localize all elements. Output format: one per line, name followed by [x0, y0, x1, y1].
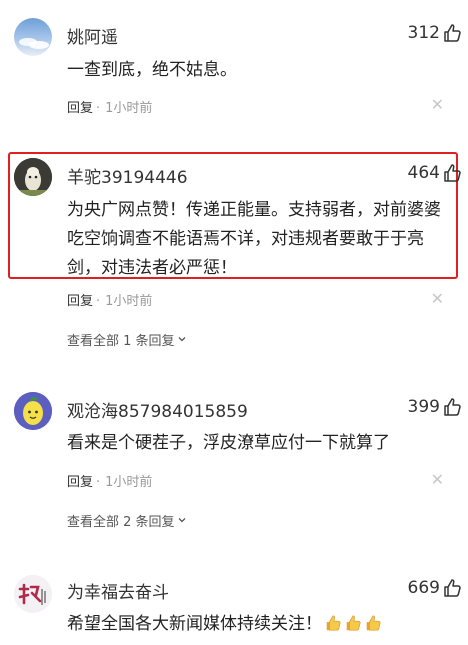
thumbs-up-icon[interactable] [442, 163, 462, 183]
comment-meta: 回复 · 1小时前 [67, 471, 152, 490]
reply-button[interactable]: 回复 [67, 101, 93, 116]
thumbs-up-emoji-icon [326, 615, 341, 631]
separator-dot: · [96, 294, 101, 309]
thumbs-up-icon[interactable] [442, 578, 462, 598]
alpaca-avatar-icon [14, 158, 52, 196]
comment-text-row: 希望全国各大新闻媒体持续关注！ [67, 610, 452, 639]
thumbs-up-emoji-icon [346, 615, 361, 631]
comment-text: 为央广网点赞！传递正能量。支持弱者，对前婆婆吃空饷调查不能语焉不详，对违规者要敢… [67, 200, 441, 278]
like-count: 312 [407, 23, 440, 43]
chevron-down-icon [178, 337, 186, 342]
avatar[interactable] [14, 575, 52, 613]
like-count: 399 [407, 397, 440, 417]
comment-text: 看来是个硬茬子，浮皮潦草应付一下就算了 [67, 433, 390, 453]
comment-meta: 回复 · 1小时前 [67, 290, 152, 309]
separator-dot: · [96, 101, 101, 116]
view-replies-link[interactable]: 查看全部 2 条回复 [67, 511, 186, 530]
separator-dot: · [96, 475, 101, 490]
like-count: 464 [407, 163, 440, 183]
thumbs-up-icon[interactable] [442, 397, 462, 417]
username[interactable]: 姚阿遥 [67, 23, 118, 48]
close-icon[interactable]: ✕ [431, 472, 444, 488]
view-replies-label: 查看全部 2 条回复 [67, 515, 175, 530]
like-count: 669 [407, 578, 440, 598]
close-icon[interactable]: ✕ [431, 97, 444, 113]
username[interactable]: 羊驼39194446 [67, 163, 188, 188]
avatar[interactable] [14, 158, 52, 196]
calligraphy-avatar-icon [14, 575, 52, 613]
view-replies-label: 查看全部 1 条回复 [67, 334, 175, 349]
sky-avatar-icon [19, 38, 49, 49]
username[interactable]: 为幸福去奋斗 [67, 578, 169, 603]
timestamp: 1小时前 [105, 101, 153, 116]
avatar[interactable] [14, 392, 52, 430]
avatar[interactable] [14, 18, 52, 56]
username[interactable]: 观沧海857984015859 [67, 397, 248, 422]
view-replies-link[interactable]: 查看全部 1 条回复 [67, 330, 186, 349]
comment-meta: 回复 · 1小时前 [67, 97, 152, 116]
comment-text: 一查到底，绝不姑息。 [67, 60, 237, 80]
thumbs-up-emoji-icon [366, 615, 381, 631]
timestamp: 1小时前 [105, 294, 153, 309]
reply-button[interactable]: 回复 [67, 475, 93, 490]
timestamp: 1小时前 [105, 475, 153, 490]
close-icon[interactable]: ✕ [431, 291, 444, 307]
comment-text: 希望全国各大新闻媒体持续关注！ [67, 614, 322, 634]
thumbs-up-icon[interactable] [442, 23, 462, 43]
reply-button[interactable]: 回复 [67, 294, 93, 309]
chevron-down-icon [178, 518, 186, 523]
lemon-avatar-icon [14, 392, 52, 430]
